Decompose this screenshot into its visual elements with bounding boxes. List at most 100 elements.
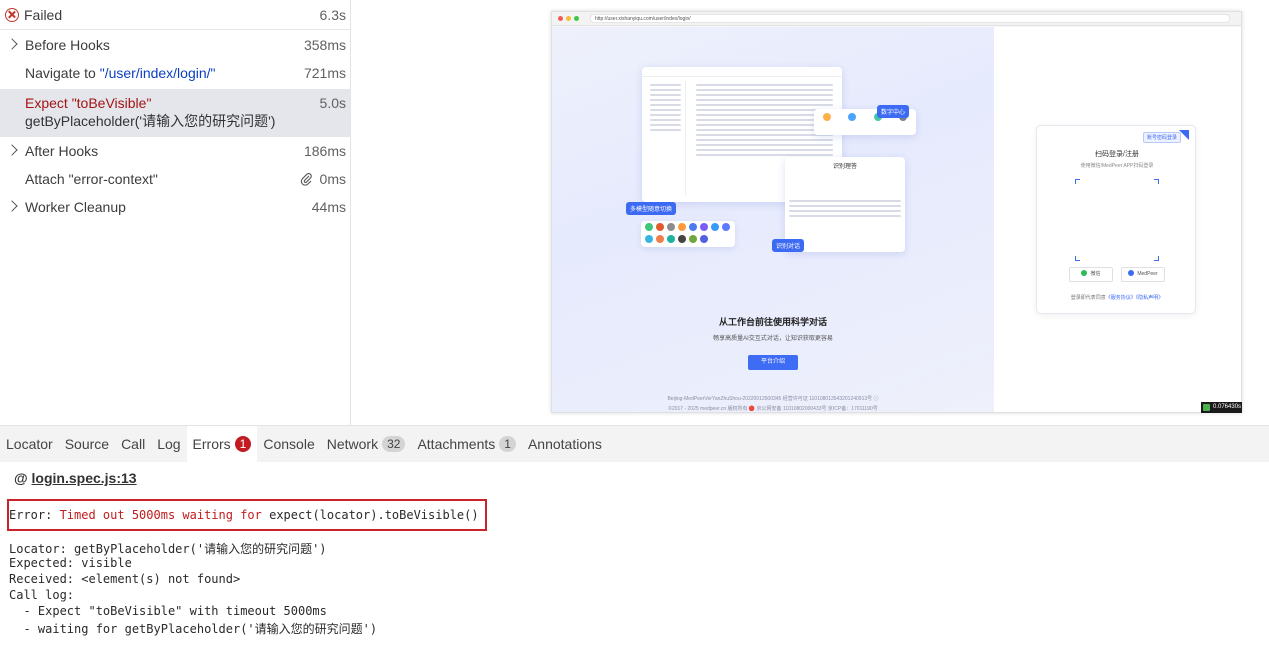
platform-intro-button[interactable]: 平台介绍	[748, 355, 798, 370]
call-log-heading: Call log:	[9, 588, 75, 602]
medpeer-icon	[1128, 270, 1135, 276]
action-duration: 44ms	[311, 199, 346, 215]
tab-source[interactable]: Source	[59, 426, 115, 462]
error-message: Timed out 5000ms waiting for	[59, 508, 270, 522]
password-login-tag[interactable]: 账号密码登录	[1142, 132, 1181, 143]
action-before-hooks[interactable]: Before Hooks 358ms	[0, 31, 350, 59]
tab-attachments[interactable]: Attachments 1	[411, 426, 522, 462]
spec-file-link[interactable]: login.spec.js:13	[32, 470, 137, 486]
action-duration: 0ms	[319, 171, 346, 187]
expected-line: Expected: visible	[9, 556, 132, 570]
source-location: @ login.spec.js:13	[14, 470, 137, 486]
privacy-link[interactable]: 《隐私声明》	[1136, 295, 1164, 301]
failed-duration: 6.3s	[319, 6, 346, 23]
tab-label: Annotations	[527, 436, 602, 452]
navigate-url: "/user/index/login/"	[99, 65, 216, 81]
action-duration: 5.0s	[319, 95, 346, 111]
agreement-text: 登录即代表同意《服务协议》《隐私声明》	[1037, 294, 1197, 301]
login-side: 账号密码登录 扫码登录/注册 使用微信/MedPeer APP扫码登录 微信 M…	[994, 27, 1241, 412]
action-title: Navigate to "/user/index/login/"	[25, 65, 298, 81]
tab-label: Attachments	[417, 436, 496, 452]
action-duration: 186ms	[303, 143, 346, 159]
tab-errors[interactable]: Errors 1	[186, 426, 258, 462]
tab-label: Log	[157, 436, 181, 452]
browser-toolbar: http://user.xishanyiqu.com/user/index/lo…	[552, 12, 1241, 26]
maximize-dot-icon	[574, 16, 579, 21]
model-icon-grid	[641, 221, 735, 247]
wechat-login-button[interactable]: 微信	[1069, 267, 1113, 282]
error-line: Error: Timed out 5000ms waiting for expe…	[9, 508, 479, 522]
login-card: 账号密码登录 扫码登录/注册 使用微信/MedPeer APP扫码登录 微信 M…	[1036, 125, 1196, 314]
failed-header[interactable]: Failed 6.3s	[0, 0, 350, 30]
paperclip-icon[interactable]	[300, 172, 312, 186]
errors-panel: @ login.spec.js:13 Error: Timed out 5000…	[0, 462, 1269, 656]
page-screenshot[interactable]: http://user.xishanyiqu.com/user/index/lo…	[551, 11, 1242, 413]
multi-model-tag: 多模型随意切换	[626, 202, 677, 215]
action-title: Expect "toBeVisible"	[25, 95, 152, 111]
tab-annotations[interactable]: Annotations	[522, 426, 608, 462]
tab-console[interactable]: Console	[257, 426, 320, 462]
knowledge-tag: 识别对话	[772, 239, 805, 252]
chevron-right-icon[interactable]	[6, 144, 18, 156]
qr-frame-icon	[1075, 256, 1080, 261]
tab-label: Console	[263, 436, 315, 452]
action-title: Before Hooks	[25, 37, 110, 53]
action-list: Failed 6.3s Before Hooks 358ms Navigate …	[0, 0, 351, 425]
login-subtitle: 使用微信/MedPeer APP扫码登录	[1080, 163, 1154, 169]
action-duration: 721ms	[303, 65, 346, 81]
wechat-label: 微信	[1090, 271, 1101, 277]
screenshot-panel: http://user.xishanyiqu.com/user/index/lo…	[352, 0, 1269, 425]
network-count-badge: 32	[382, 436, 406, 452]
tab-network[interactable]: Network 32	[321, 426, 412, 462]
action-title: Attach "error-context"	[25, 171, 158, 187]
corner-toggle-icon[interactable]	[1179, 130, 1189, 140]
action-worker-cleanup[interactable]: Worker Cleanup 44ms	[0, 193, 350, 221]
hero-subtitle: 畅享高质量AI交互式对话，让知识获取更容易	[713, 336, 833, 342]
minimize-dot-icon	[566, 16, 571, 21]
close-dot-icon	[558, 16, 563, 21]
knowledge-card: 识别理答	[785, 157, 905, 252]
attachments-count-badge: 1	[499, 436, 516, 452]
error-expect: expect(locator).toBeVisible()	[269, 508, 479, 522]
hero-title: 从工作台前往使用科学对话	[718, 317, 827, 327]
tab-label: Locator	[6, 436, 53, 452]
tab-label: Source	[64, 436, 110, 452]
action-after-hooks[interactable]: After Hooks 186ms	[0, 137, 350, 165]
action-attach[interactable]: Attach "error-context" 0ms	[0, 165, 350, 193]
error-label: Error:	[9, 508, 60, 522]
call-log-line: - Expect "toBeVisible" with timeout 5000…	[9, 604, 327, 618]
medpeer-label: MedPeer	[1137, 271, 1158, 277]
landing-hero: 数字中心 识别理答 多模型随意切换 识别对话 从工作台前往使用科学对话 畅享高质…	[552, 27, 994, 412]
qr-frame-icon	[1154, 179, 1159, 184]
medpeer-login-button[interactable]: MedPeer	[1121, 267, 1165, 282]
footer-copyright: ©2017 - 2025 medpeer.cn 版权所有 🔴 京公网安备 110…	[668, 406, 878, 412]
address-bar: http://user.xishanyiqu.com/user/index/lo…	[590, 14, 1230, 23]
mock-sidebar	[646, 81, 686, 196]
action-navigate[interactable]: Navigate to "/user/index/login/" 721ms	[0, 59, 350, 87]
agree-prefix: 登录即代表同意	[1070, 295, 1106, 301]
data-center-tag: 数字中心	[877, 105, 910, 118]
tab-log[interactable]: Log	[151, 426, 186, 462]
action-title: Worker Cleanup	[25, 199, 126, 215]
login-title: 扫码登录/注册	[1095, 151, 1139, 158]
timing-badge: 0.076430s	[1201, 402, 1242, 413]
tab-label: Network	[326, 436, 379, 452]
detail-tabs: Locator Source Call Log Errors 1 Console …	[0, 425, 1269, 462]
action-title-prefix: Navigate to	[25, 65, 100, 81]
action-expect-selected[interactable]: Expect "toBeVisible" 5.0s getByPlacehold…	[0, 89, 350, 137]
terms-link[interactable]: 《服务协议》	[1106, 295, 1136, 301]
tab-label: Errors	[192, 436, 231, 452]
chevron-right-icon[interactable]	[6, 200, 18, 212]
tab-call[interactable]: Call	[115, 426, 151, 462]
tab-locator[interactable]: Locator	[0, 426, 59, 462]
action-subtitle: getByPlaceholder('请输入您的研究问题')	[25, 113, 276, 129]
action-title: After Hooks	[25, 143, 99, 159]
action-duration: 358ms	[303, 37, 346, 53]
call-log-line: - waiting for getByPlaceholder('请输入您的研究问…	[9, 622, 378, 636]
error-circle-icon	[5, 8, 19, 22]
tab-label: Call	[121, 436, 146, 452]
received-line: Received: <element(s) not found>	[9, 572, 241, 586]
chevron-right-icon[interactable]	[6, 38, 18, 50]
knowledge-card-title: 识别理答	[832, 164, 857, 170]
qr-frame-icon	[1154, 256, 1159, 261]
